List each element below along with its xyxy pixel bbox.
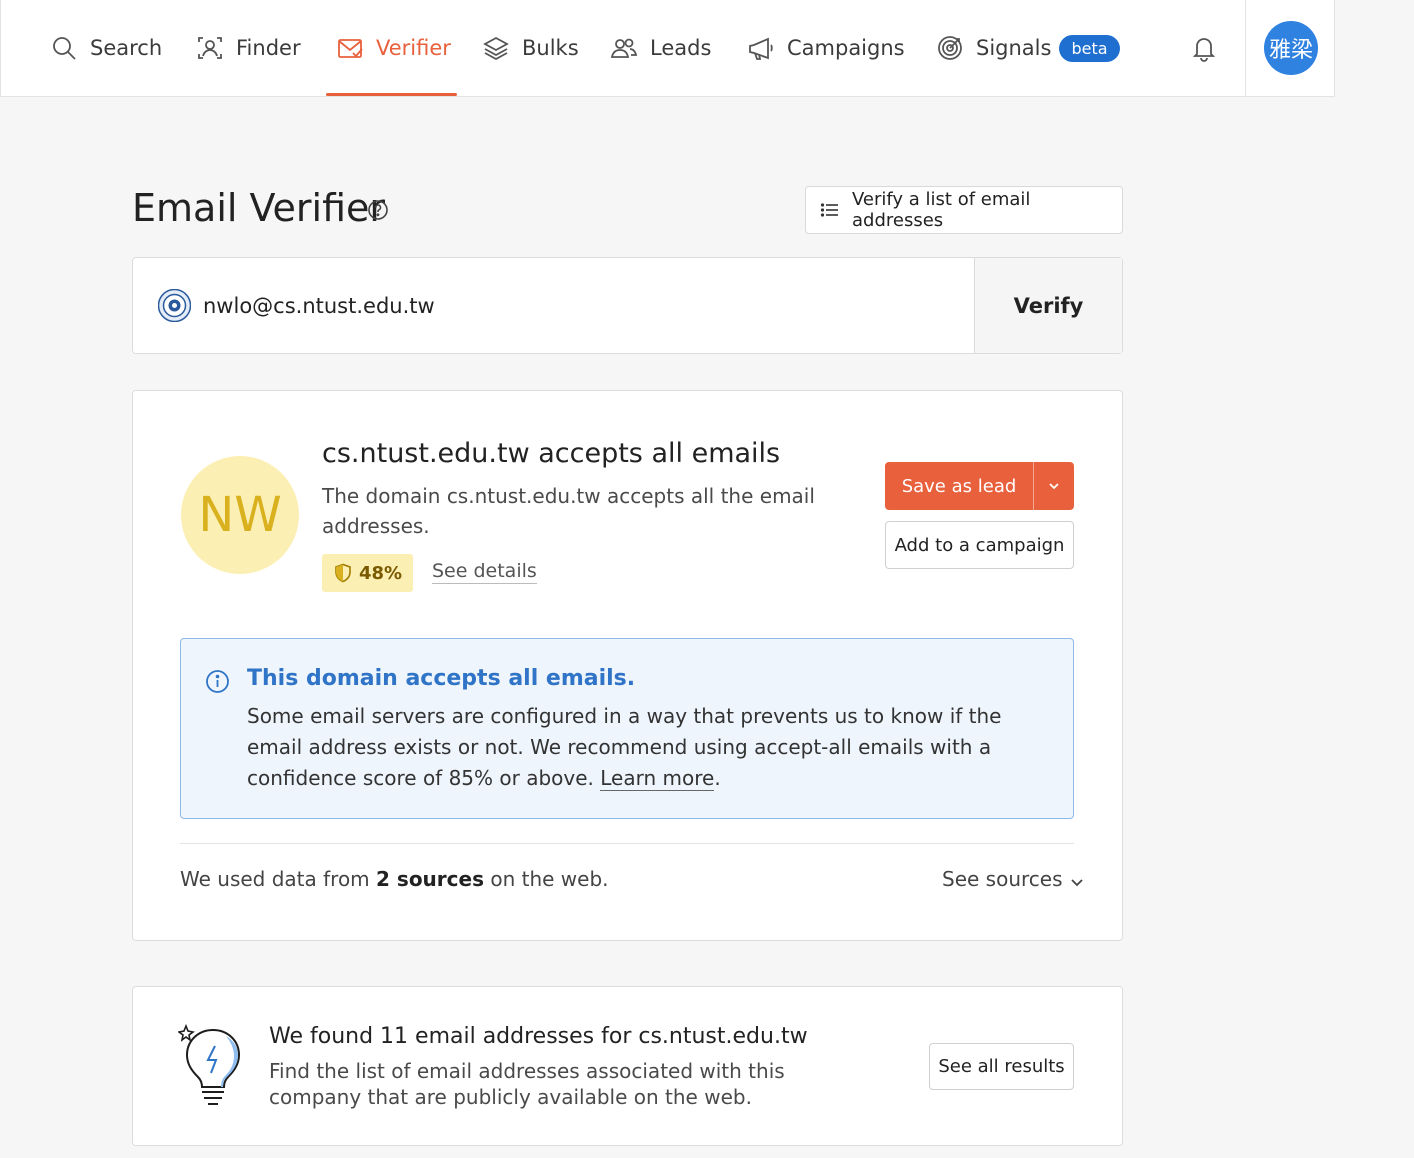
found-description: Find the list of email addresses associa… <box>269 1059 785 1109</box>
see-all-results-button[interactable]: See all results <box>929 1043 1074 1090</box>
target-icon <box>936 34 964 62</box>
save-as-lead-label: Save as lead <box>901 475 1017 497</box>
verifier-icon <box>336 34 364 62</box>
nav-leads-label: Leads <box>650 36 712 60</box>
nav-verifier-label: Verifier <box>376 36 451 60</box>
nav-signals[interactable]: Signals beta <box>936 0 1120 96</box>
nav-leads[interactable]: Leads <box>610 0 711 96</box>
verify-list-label: Verify a list of email addresses <box>852 189 1031 231</box>
bell-icon[interactable] <box>1189 33 1219 63</box>
email-input[interactable] <box>203 283 943 329</box>
chevron-down-icon[interactable] <box>1033 462 1074 510</box>
nav-divider <box>1245 0 1246 96</box>
info-icon <box>205 669 230 694</box>
page-title: Email Verifier <box>132 186 386 230</box>
see-details-link[interactable]: See details <box>432 560 537 584</box>
found-title: We found 11 email addresses for cs.ntust… <box>269 1024 808 1049</box>
save-as-lead-button[interactable]: Save as lead <box>885 462 1074 510</box>
info-body: Some email servers are configured in a w… <box>247 701 1057 794</box>
info-title: This domain accepts all emails. <box>247 666 636 691</box>
verify-list-button[interactable]: Verify a list of email addresses <box>805 186 1123 234</box>
chevron-down-icon <box>1069 871 1085 887</box>
sources-prefix: We used data from <box>180 867 370 891</box>
add-to-campaign-button[interactable]: Add to a campaign <box>885 521 1074 569</box>
nav-finder[interactable]: Finder <box>196 0 301 96</box>
user-avatar[interactable]: 雅梁 <box>1264 21 1318 75</box>
nav-finder-label: Finder <box>236 36 301 60</box>
shield-icon <box>333 563 353 583</box>
beta-badge: beta <box>1059 34 1120 62</box>
list-icon <box>820 200 840 220</box>
sources-count: 2 sources <box>376 867 484 891</box>
help-icon[interactable] <box>367 199 389 221</box>
nav-bulks[interactable]: Bulks <box>482 0 579 96</box>
search-icon <box>50 34 78 62</box>
finder-icon <box>196 34 224 62</box>
users-icon <box>610 34 638 62</box>
nav-verifier[interactable]: Verifier <box>326 0 457 96</box>
megaphone-icon <box>747 34 775 62</box>
info-body-tail: . <box>714 766 721 790</box>
lightbulb-icon <box>177 1022 248 1110</box>
university-logo-icon <box>157 288 192 323</box>
nav-campaigns-label: Campaigns <box>787 36 905 60</box>
sources-suffix: on the web. <box>490 867 609 891</box>
top-navigation-bar: Search Finder Verifier Bulks Leads Campa… <box>0 0 1335 97</box>
nav-search[interactable]: Search <box>50 0 162 96</box>
nav-bulks-label: Bulks <box>522 36 579 60</box>
layers-icon <box>482 34 510 62</box>
card-divider <box>180 843 1074 844</box>
nav-campaigns[interactable]: Campaigns <box>747 0 905 96</box>
sources-summary: We used data from 2 sources on the web. <box>180 867 609 891</box>
result-description: The domain cs.ntust.edu.tw accepts all t… <box>322 484 815 538</box>
see-sources-toggle[interactable]: See sources <box>942 867 1085 891</box>
confidence-score-value: 48% <box>358 562 403 584</box>
nav-signals-label: Signals <box>976 36 1052 60</box>
result-title: cs.ntust.edu.tw accepts all emails <box>322 438 781 469</box>
initials-avatar: NW <box>181 456 299 574</box>
see-sources-label: See sources <box>942 867 1063 891</box>
nav-search-label: Search <box>90 36 163 60</box>
learn-more-link[interactable]: Learn more <box>600 766 715 791</box>
verify-button[interactable]: Verify <box>974 258 1122 353</box>
confidence-score-badge: 48% <box>322 554 413 592</box>
